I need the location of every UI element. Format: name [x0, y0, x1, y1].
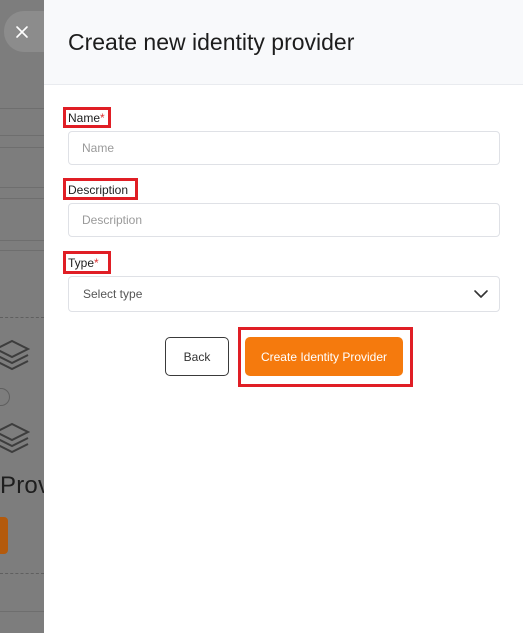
description-input[interactable]: [68, 203, 500, 237]
background-divider: [0, 147, 44, 148]
type-select-value: Select type: [83, 287, 143, 301]
drawer-header: Create new identity provider: [44, 0, 523, 85]
chevron-down-icon: [474, 290, 488, 298]
name-input[interactable]: [68, 131, 500, 165]
type-select[interactable]: Select type: [68, 276, 500, 312]
layers-icon: [0, 422, 30, 454]
highlight-box: [63, 178, 138, 200]
background-divider: [0, 108, 44, 109]
background-divider: [0, 198, 44, 199]
back-button[interactable]: Back: [165, 337, 229, 376]
create-identity-provider-drawer: Create new identity provider Name* Descr…: [44, 0, 523, 633]
background-orange-button: [0, 517, 8, 554]
highlight-box: [63, 107, 111, 128]
background-divider: [0, 250, 44, 251]
background-divider: [0, 240, 44, 241]
background-page-title: Prov: [0, 472, 44, 499]
drawer-title: Create new identity provider: [68, 28, 355, 55]
create-identity-provider-button[interactable]: Create Identity Provider: [245, 337, 403, 376]
background-dashed-divider: [0, 317, 44, 318]
background-divider: [0, 611, 44, 612]
close-drawer-button[interactable]: [4, 11, 48, 52]
highlight-box: [63, 251, 111, 274]
close-icon: [16, 25, 28, 38]
background-divider: [0, 135, 44, 136]
background-page: Prov: [0, 0, 44, 633]
background-divider: [0, 187, 44, 188]
layers-icon: [0, 339, 30, 371]
background-ring: [0, 388, 10, 406]
background-dashed-divider: [0, 573, 44, 574]
